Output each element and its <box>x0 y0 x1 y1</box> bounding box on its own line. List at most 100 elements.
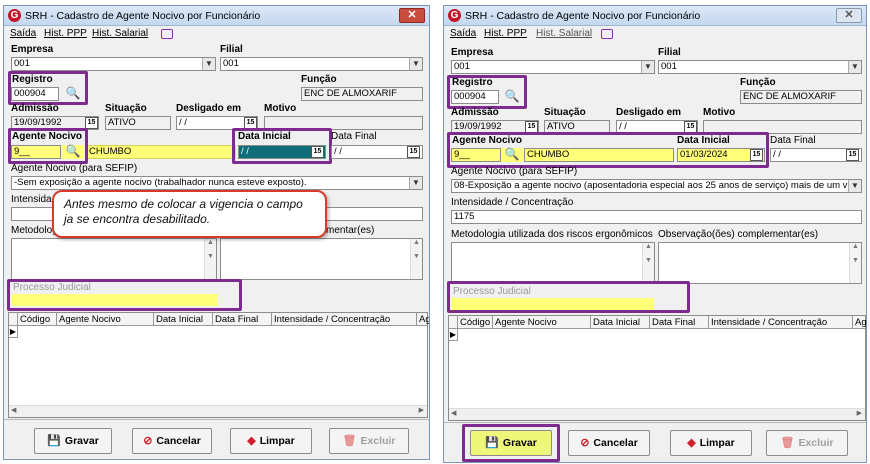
label-funcao: Função <box>301 74 337 85</box>
grid-header: Código Agente Nocivo Data Inicial Data F… <box>9 313 429 326</box>
highlight-gravar <box>462 424 560 462</box>
menu-hist-salarial[interactable]: Hist. Salarial <box>92 28 148 39</box>
cancelar-button[interactable]: ⊘ Cancelar <box>132 428 212 454</box>
row-pointer-icon: ▶ <box>9 326 18 338</box>
filial-select[interactable]: 001 <box>658 60 862 74</box>
floppy-icon: 💾 <box>47 435 61 448</box>
grid-header: Código Agente Nocivo Data Inicial Data F… <box>449 316 867 329</box>
sefip-select[interactable]: -Sem exposição a agente nocivo (trabalha… <box>11 176 423 190</box>
grid-col-indicator <box>9 313 18 326</box>
label-observacao: mentar(es) <box>326 225 375 236</box>
label-desligado: Desligado em <box>616 107 682 118</box>
menu-hist-ppp[interactable]: Hist. PPP <box>484 28 527 39</box>
highlight-data-inicial <box>232 128 332 164</box>
label-metodologia: Metodologia utilizada dos riscos ergonôm… <box>451 229 653 240</box>
calendar-icon[interactable]: 15 <box>407 146 420 158</box>
grid-col-codigo[interactable]: Código <box>458 316 493 329</box>
chevron-down-icon[interactable]: ▼ <box>848 61 861 73</box>
observacao-textarea[interactable]: ▲ ▼ <box>658 242 862 284</box>
menu-hist-salarial[interactable]: Hist. Salarial <box>536 28 592 39</box>
button-bar: 💾 Gravar ⊘ Cancelar ◆ Limpar 🗑 Excluir <box>444 422 866 462</box>
empresa-select[interactable]: 001 <box>451 60 655 74</box>
label-situacao: Situação <box>105 103 147 114</box>
row-pointer-icon: ▶ <box>449 329 458 341</box>
grid-col-ag[interactable]: Ag <box>853 316 867 329</box>
label-funcao: Função <box>740 77 776 88</box>
grid-col-data-inicial[interactable]: Data Inicial <box>154 313 213 326</box>
empresa-select[interactable]: 001 <box>11 57 216 71</box>
limpar-button[interactable]: ◆ Limpar <box>670 430 752 456</box>
intensidade-input[interactable]: 1175 <box>451 210 862 224</box>
label-data-final: Data Final <box>770 135 816 146</box>
grid-col-codigo[interactable]: Código <box>18 313 57 326</box>
grid-col-data-inicial[interactable]: Data Inicial <box>591 316 650 329</box>
label-admissao: Admissão <box>11 103 59 114</box>
grid-col-agente[interactable]: Agente Nocivo <box>493 316 591 329</box>
right-window: G SRH - Cadastro de Agente Nocivo por Fu… <box>443 5 867 463</box>
chat-icon[interactable] <box>601 29 613 39</box>
close-button[interactable]: ✕ <box>836 8 862 23</box>
label-observacao: Observação(ões) complementar(es) <box>658 229 819 240</box>
label-intensidade: Intensida <box>11 194 52 205</box>
label-data-final: Data Final <box>331 131 377 142</box>
trash-icon: 🗑 <box>342 435 357 448</box>
label-empresa: Empresa <box>451 47 494 58</box>
metodologia-textarea[interactable]: ▲ ▼ <box>11 238 217 280</box>
chevron-down-icon[interactable]: ▼ <box>641 61 654 73</box>
label-admissao: Admissão <box>451 107 499 118</box>
label-motivo: Motivo <box>703 107 736 118</box>
chevron-down-icon[interactable]: ▼ <box>409 177 422 189</box>
eraser-icon: ◆ <box>687 437 696 450</box>
grid-col-intensidade[interactable]: Intensidade / Concentração <box>709 316 853 329</box>
cancel-icon: ⊘ <box>143 435 153 448</box>
label-situacao: Situação <box>544 107 586 118</box>
cancelar-button[interactable]: ⊘ Cancelar <box>568 430 650 456</box>
chevron-down-icon[interactable]: ▼ <box>848 180 861 192</box>
grid-col-ag[interactable]: Ag <box>417 313 429 326</box>
sefip-select[interactable]: 08-Exposição a agente nocivo (aposentado… <box>451 179 862 193</box>
label-filial: Filial <box>658 47 681 58</box>
grid-col-intensidade[interactable]: Intensidade / Concentração <box>272 313 417 326</box>
highlight-processo <box>447 281 690 313</box>
grid-col-data-final[interactable]: Data Final <box>213 313 272 326</box>
app-logo-icon: G <box>8 9 21 22</box>
label-intensidade: Intensidade / Concentração <box>451 197 574 208</box>
grid-col-indicator <box>449 316 458 329</box>
calendar-icon[interactable]: 15 <box>846 149 859 161</box>
funcao-field: ENC DE ALMOXARIF <box>740 90 862 104</box>
highlight-registro <box>8 71 88 105</box>
funcao-field: ENC DE ALMOXARIF <box>301 87 423 101</box>
agente-name-field: CHUMBO <box>86 145 236 159</box>
cancel-icon: ⊘ <box>580 437 590 450</box>
limpar-button[interactable]: ◆ Limpar <box>230 428 312 454</box>
grid-scrollbar[interactable]: ◀ ▶ <box>449 408 865 420</box>
menu-bar: Saída Hist. PPP Hist. Salarial <box>4 27 429 41</box>
label-metodologia: Metodolog <box>11 225 58 236</box>
metodologia-textarea[interactable]: ▲ ▼ <box>451 242 655 284</box>
grid-scrollbar[interactable]: ◀ ▶ <box>9 405 427 417</box>
menu-bar: Saída Hist. PPP Hist. Salarial <box>444 27 866 41</box>
grid-col-agente[interactable]: Agente Nocivo <box>57 313 154 326</box>
grid-col-data-final[interactable]: Data Final <box>650 316 709 329</box>
agentes-grid: Código Agente Nocivo Data Inicial Data F… <box>8 312 429 418</box>
close-button[interactable]: ✕ <box>399 8 425 23</box>
eraser-icon: ◆ <box>247 435 256 448</box>
filial-select[interactable]: 001 <box>220 57 423 71</box>
menu-saida[interactable]: Saída <box>10 28 36 39</box>
window-title: SRH - Cadastro de Agente Nocivo por Func… <box>465 10 701 22</box>
calendar-icon[interactable]: 15 <box>85 117 98 129</box>
app-logo-icon: G <box>448 9 461 22</box>
label-empresa: Empresa <box>11 44 54 55</box>
highlight-registro <box>447 75 527 109</box>
observacao-textarea[interactable]: ▲ ▼ <box>220 238 423 280</box>
chevron-down-icon[interactable]: ▼ <box>202 58 215 70</box>
title-bar: G SRH - Cadastro de Agente Nocivo por Fu… <box>4 6 429 26</box>
excluir-button[interactable]: 🗑 Excluir <box>329 428 409 454</box>
gravar-button[interactable]: 💾 Gravar <box>34 428 112 454</box>
excluir-button[interactable]: 🗑 Excluir <box>766 430 848 456</box>
menu-hist-ppp[interactable]: Hist. PPP <box>44 28 87 39</box>
label-motivo: Motivo <box>264 103 297 114</box>
menu-saida[interactable]: Saída <box>450 28 476 39</box>
chevron-down-icon[interactable]: ▼ <box>409 58 422 70</box>
chat-icon[interactable] <box>161 29 173 39</box>
